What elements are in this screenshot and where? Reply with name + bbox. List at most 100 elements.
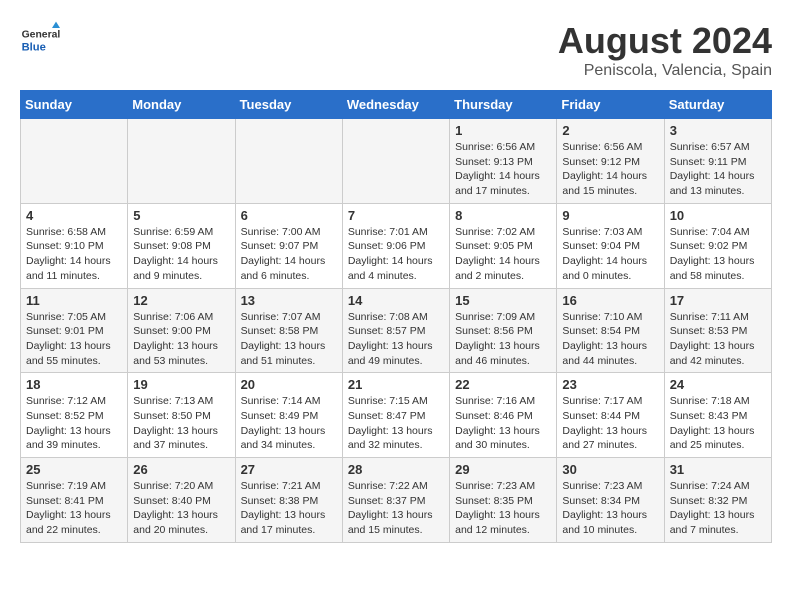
week-row-1: 1 Sunrise: 6:56 AM Sunset: 9:13 PM Daylig…	[21, 119, 772, 204]
day-number: 6	[241, 208, 337, 223]
day-number: 13	[241, 293, 337, 308]
day-info: Sunrise: 7:24 AM Sunset: 8:32 PM Dayligh…	[670, 479, 766, 538]
day-info: Sunrise: 7:07 AM Sunset: 8:58 PM Dayligh…	[241, 310, 337, 369]
weekday-header-saturday: Saturday	[664, 91, 771, 119]
day-number: 18	[26, 377, 122, 392]
calendar-cell	[21, 119, 128, 204]
day-info: Sunrise: 6:56 AM Sunset: 9:13 PM Dayligh…	[455, 140, 551, 199]
day-info: Sunrise: 7:13 AM Sunset: 8:50 PM Dayligh…	[133, 394, 229, 453]
day-info: Sunrise: 7:03 AM Sunset: 9:04 PM Dayligh…	[562, 225, 658, 284]
month-title: August 2024	[558, 20, 772, 62]
calendar-cell: 23 Sunrise: 7:17 AM Sunset: 8:44 PM Dayli…	[557, 373, 664, 458]
day-info: Sunrise: 6:59 AM Sunset: 9:08 PM Dayligh…	[133, 225, 229, 284]
calendar-cell: 19Sunrise: 7:13 AM Sunset: 8:50 PM Dayli…	[128, 373, 235, 458]
calendar-cell: 1 Sunrise: 6:56 AM Sunset: 9:13 PM Daylig…	[450, 119, 557, 204]
calendar-table: SundayMondayTuesdayWednesdayThursdayFrid…	[20, 90, 772, 543]
weekday-header-friday: Friday	[557, 91, 664, 119]
calendar-cell: 21Sunrise: 7:15 AM Sunset: 8:47 PM Dayli…	[342, 373, 449, 458]
day-number: 26	[133, 462, 229, 477]
day-number: 1	[455, 123, 551, 138]
day-number: 10	[670, 208, 766, 223]
day-info: Sunrise: 7:11 AM Sunset: 8:53 PM Dayligh…	[670, 310, 766, 369]
day-number: 25	[26, 462, 122, 477]
calendar-cell: 22 Sunrise: 7:16 AM Sunset: 8:46 PM Dayli…	[450, 373, 557, 458]
calendar-cell: 18 Sunrise: 7:12 AM Sunset: 8:52 PM Dayli…	[21, 373, 128, 458]
calendar-cell: 3 Sunrise: 6:57 AM Sunset: 9:11 PM Daylig…	[664, 119, 771, 204]
week-row-2: 4Sunrise: 6:58 AM Sunset: 9:10 PM Daylig…	[21, 203, 772, 288]
day-info: Sunrise: 7:23 AM Sunset: 8:34 PM Dayligh…	[562, 479, 658, 538]
day-number: 3	[670, 123, 766, 138]
svg-text:Blue: Blue	[22, 41, 46, 53]
day-number: 20	[241, 377, 337, 392]
calendar-cell: 14 Sunrise: 7:08 AM Sunset: 8:57 PM Dayli…	[342, 288, 449, 373]
weekday-header-thursday: Thursday	[450, 91, 557, 119]
day-info: Sunrise: 7:10 AM Sunset: 8:54 PM Dayligh…	[562, 310, 658, 369]
calendar-cell: 10 Sunrise: 7:04 AM Sunset: 9:02 PM Dayli…	[664, 203, 771, 288]
day-info: Sunrise: 7:22 AM Sunset: 8:37 PM Dayligh…	[348, 479, 444, 538]
day-number: 21	[348, 377, 444, 392]
day-info: Sunrise: 7:23 AM Sunset: 8:35 PM Dayligh…	[455, 479, 551, 538]
day-number: 12	[133, 293, 229, 308]
calendar-cell: 8 Sunrise: 7:02 AM Sunset: 9:05 PM Daylig…	[450, 203, 557, 288]
location-subtitle: Peniscola, Valencia, Spain	[558, 62, 772, 80]
weekday-header-wednesday: Wednesday	[342, 91, 449, 119]
day-number: 4	[26, 208, 122, 223]
calendar-cell: 2Sunrise: 6:56 AM Sunset: 9:12 PM Daylig…	[557, 119, 664, 204]
day-info: Sunrise: 7:16 AM Sunset: 8:46 PM Dayligh…	[455, 394, 551, 453]
week-row-4: 18 Sunrise: 7:12 AM Sunset: 8:52 PM Dayli…	[21, 373, 772, 458]
weekday-header-sunday: Sunday	[21, 91, 128, 119]
day-number: 9	[562, 208, 658, 223]
day-info: Sunrise: 6:57 AM Sunset: 9:11 PM Dayligh…	[670, 140, 766, 199]
calendar-cell: 27Sunrise: 7:21 AM Sunset: 8:38 PM Dayli…	[235, 458, 342, 543]
logo-icon: General Blue	[20, 20, 60, 60]
calendar-cell: 20Sunrise: 7:14 AM Sunset: 8:49 PM Dayli…	[235, 373, 342, 458]
calendar-cell: 12 Sunrise: 7:06 AM Sunset: 9:00 PM Dayli…	[128, 288, 235, 373]
day-info: Sunrise: 7:12 AM Sunset: 8:52 PM Dayligh…	[26, 394, 122, 453]
page-header: General Blue August 2024 Peniscola, Vale…	[20, 20, 772, 80]
day-number: 30	[562, 462, 658, 477]
calendar-cell: 30 Sunrise: 7:23 AM Sunset: 8:34 PM Dayli…	[557, 458, 664, 543]
calendar-cell: 24 Sunrise: 7:18 AM Sunset: 8:43 PM Dayli…	[664, 373, 771, 458]
day-number: 8	[455, 208, 551, 223]
calendar-cell: 31Sunrise: 7:24 AM Sunset: 8:32 PM Dayli…	[664, 458, 771, 543]
day-info: Sunrise: 7:19 AM Sunset: 8:41 PM Dayligh…	[26, 479, 122, 538]
week-row-5: 25 Sunrise: 7:19 AM Sunset: 8:41 PM Dayli…	[21, 458, 772, 543]
day-info: Sunrise: 7:08 AM Sunset: 8:57 PM Dayligh…	[348, 310, 444, 369]
calendar-cell: 25 Sunrise: 7:19 AM Sunset: 8:41 PM Dayli…	[21, 458, 128, 543]
day-info: Sunrise: 7:06 AM Sunset: 9:00 PM Dayligh…	[133, 310, 229, 369]
day-number: 5	[133, 208, 229, 223]
day-number: 23	[562, 377, 658, 392]
day-info: Sunrise: 7:18 AM Sunset: 8:43 PM Dayligh…	[670, 394, 766, 453]
calendar-cell	[342, 119, 449, 204]
calendar-cell: 26 Sunrise: 7:20 AM Sunset: 8:40 PM Dayli…	[128, 458, 235, 543]
calendar-cell: 15Sunrise: 7:09 AM Sunset: 8:56 PM Dayli…	[450, 288, 557, 373]
day-info: Sunrise: 7:09 AM Sunset: 8:56 PM Dayligh…	[455, 310, 551, 369]
day-number: 29	[455, 462, 551, 477]
calendar-cell: 5 Sunrise: 6:59 AM Sunset: 9:08 PM Daylig…	[128, 203, 235, 288]
svg-text:General: General	[22, 30, 60, 41]
day-info: Sunrise: 7:04 AM Sunset: 9:02 PM Dayligh…	[670, 225, 766, 284]
day-number: 28	[348, 462, 444, 477]
day-info: Sunrise: 7:00 AM Sunset: 9:07 PM Dayligh…	[241, 225, 337, 284]
day-info: Sunrise: 6:56 AM Sunset: 9:12 PM Dayligh…	[562, 140, 658, 199]
day-number: 16	[562, 293, 658, 308]
calendar-cell: 28 Sunrise: 7:22 AM Sunset: 8:37 PM Dayli…	[342, 458, 449, 543]
week-row-3: 11Sunrise: 7:05 AM Sunset: 9:01 PM Dayli…	[21, 288, 772, 373]
day-number: 24	[670, 377, 766, 392]
day-info: Sunrise: 7:20 AM Sunset: 8:40 PM Dayligh…	[133, 479, 229, 538]
logo: General Blue	[20, 20, 64, 60]
weekday-header-monday: Monday	[128, 91, 235, 119]
day-info: Sunrise: 7:17 AM Sunset: 8:44 PM Dayligh…	[562, 394, 658, 453]
day-number: 14	[348, 293, 444, 308]
weekday-header-tuesday: Tuesday	[235, 91, 342, 119]
calendar-cell	[235, 119, 342, 204]
day-info: Sunrise: 7:05 AM Sunset: 9:01 PM Dayligh…	[26, 310, 122, 369]
calendar-cell	[128, 119, 235, 204]
day-number: 7	[348, 208, 444, 223]
calendar-cell: 9 Sunrise: 7:03 AM Sunset: 9:04 PM Daylig…	[557, 203, 664, 288]
calendar-cell: 16 Sunrise: 7:10 AM Sunset: 8:54 PM Dayli…	[557, 288, 664, 373]
day-info: Sunrise: 7:02 AM Sunset: 9:05 PM Dayligh…	[455, 225, 551, 284]
day-info: Sunrise: 7:01 AM Sunset: 9:06 PM Dayligh…	[348, 225, 444, 284]
calendar-cell: 7 Sunrise: 7:01 AM Sunset: 9:06 PM Daylig…	[342, 203, 449, 288]
day-number: 22	[455, 377, 551, 392]
